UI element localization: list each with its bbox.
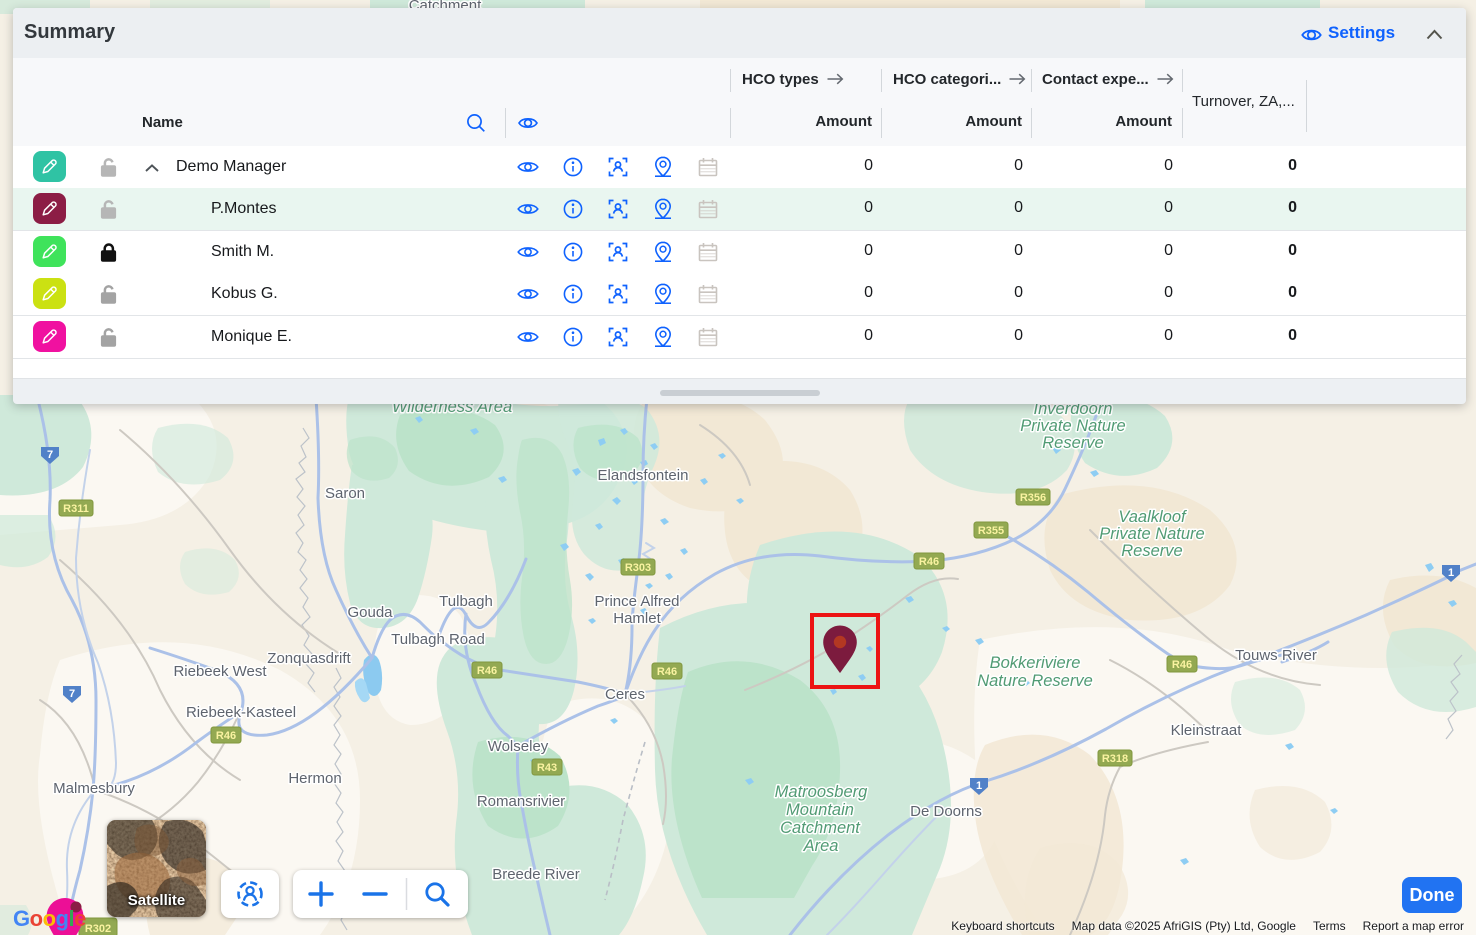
svg-text:1: 1	[1448, 567, 1454, 579]
svg-text:R355: R355	[978, 525, 1004, 537]
svg-text:R303: R303	[625, 562, 651, 574]
svg-text:Breede River: Breede River	[492, 866, 580, 883]
svg-text:Hermon: Hermon	[288, 770, 341, 787]
svg-text:Gouda: Gouda	[347, 604, 393, 621]
svg-text:R356: R356	[1020, 492, 1046, 504]
svg-text:Romansrivier: Romansrivier	[477, 793, 565, 810]
svg-text:Hamlet: Hamlet	[613, 610, 661, 627]
svg-text:R46: R46	[919, 556, 939, 568]
svg-text:1: 1	[976, 780, 982, 792]
svg-text:R46: R46	[216, 730, 236, 742]
svg-text:Saron: Saron	[325, 485, 365, 502]
svg-text:R318: R318	[1102, 753, 1128, 765]
svg-text:R46: R46	[657, 666, 677, 678]
svg-text:Tulbagh Road: Tulbagh Road	[391, 631, 485, 648]
svg-text:Riebeek-Kasteel: Riebeek-Kasteel	[186, 704, 296, 721]
svg-text:Matroosberg: Matroosberg	[775, 783, 868, 801]
svg-text:Tulbagh: Tulbagh	[439, 593, 493, 610]
svg-text:R311: R311	[63, 503, 89, 515]
svg-text:Malmesbury: Malmesbury	[53, 780, 135, 797]
svg-text:7: 7	[47, 449, 53, 461]
svg-text:R43: R43	[537, 762, 557, 774]
svg-text:Catchment: Catchment	[780, 819, 861, 837]
svg-text:Touws River: Touws River	[1235, 647, 1317, 664]
svg-text:Zonquasdrift: Zonquasdrift	[267, 650, 351, 667]
svg-text:R46: R46	[477, 665, 497, 677]
svg-text:Reserve: Reserve	[1121, 542, 1182, 560]
svg-text:Area: Area	[803, 837, 839, 855]
svg-text:R46: R46	[1172, 659, 1192, 671]
svg-text:Elandsfontein: Elandsfontein	[598, 467, 689, 484]
svg-text:Bokkeriviere: Bokkeriviere	[990, 654, 1081, 672]
svg-text:Kleinstraat: Kleinstraat	[1171, 722, 1243, 739]
svg-text:De Doorns: De Doorns	[910, 803, 982, 820]
svg-text:Reserve: Reserve	[1042, 434, 1103, 452]
svg-text:Private Nature: Private Nature	[1020, 417, 1125, 435]
svg-text:Wolseley: Wolseley	[488, 738, 549, 755]
svg-text:Ceres: Ceres	[605, 686, 645, 703]
svg-text:Nature Reserve: Nature Reserve	[977, 672, 1093, 690]
svg-text:Mountain: Mountain	[786, 801, 854, 819]
svg-text:7: 7	[69, 688, 75, 700]
svg-text:Private Nature: Private Nature	[1099, 525, 1204, 543]
svg-text:Vaalkloof: Vaalkloof	[1118, 508, 1188, 526]
svg-text:Riebeek West: Riebeek West	[173, 663, 267, 680]
svg-text:Prince Alfred: Prince Alfred	[594, 593, 679, 610]
